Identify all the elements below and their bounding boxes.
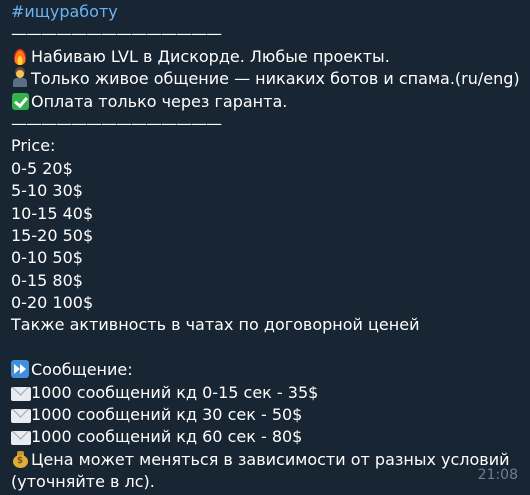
divider-text: —————————————— [11,113,222,133]
envelope-icon [11,429,31,447]
intro-text-2: Только живое общение — никаких ботов и с… [31,69,520,89]
hashtag-link[interactable]: #ищуработу [11,2,118,21]
divider-top: —————————————— [11,23,530,45]
intro-text-1: Набиваю LVL в Дискорде. Любые проекты. [31,46,390,66]
envelope-icon [11,385,31,403]
fast-forward-icon [11,360,29,379]
chat-activity-note: Также активность в чатах по договорной ц… [11,315,420,335]
hashtag-line: #ищуработу [11,1,530,23]
message-offer-text: 1000 сообщений кд 0-15 сек - 35$ [31,382,319,402]
message-offer-text: 1000 сообщений кд 30 сек - 50$ [31,405,303,425]
price-note-text-1: Цена может меняться в зависимости от раз… [31,449,510,469]
message-offer-text: 1000 сообщений кд 60 сек - 80$ [31,427,303,447]
message-offer-2: 1000 сообщений кд 30 сек - 50$ [11,404,530,426]
price-note-line-2: (уточняйте в лс). [11,472,155,492]
message-offer-3: 1000 сообщений кд 60 сек - 80$ [11,426,530,448]
divider-bottom: —————————————— [11,113,530,135]
price-item: 5-10 30$ [11,181,83,201]
price-item: 0-15 80$ [11,270,83,290]
message-offer-1: 1000 сообщений кд 0-15 сек - 35$ [11,382,530,404]
price-item: 0-10 50$ [11,248,83,268]
intro-line-1: Набиваю LVL в Дискорде. Любые проекты. [11,46,530,68]
divider-text: —————————————— [11,24,222,44]
message-bubble: #ищуработу —————————————— Набиваю LVL в … [0,0,530,495]
envelope-icon [11,407,31,425]
intro-text-3: Оплата только через гаранта. [31,91,288,111]
messages-heading: Сообщение: [31,360,133,380]
intro-line-3: Оплата только через гаранта. [11,91,530,113]
check-mark-icon [11,92,29,111]
fire-icon [11,48,29,66]
money-bag-icon [11,450,29,469]
price-item: 0-20 100$ [11,293,94,313]
intro-line-2: Только живое общение — никаких ботов и с… [11,68,530,90]
price-item: 15-20 50$ [11,225,94,245]
price-heading: Price: [11,136,56,156]
price-item: 10-15 40$ [11,203,94,223]
message-timestamp: 21:08 [477,467,518,483]
price-item: 0-5 20$ [11,158,73,178]
messages-heading-line: Сообщение: [11,359,530,381]
price-note-line-1: Цена может меняться в зависимости от раз… [11,449,530,471]
person-icon [11,70,29,88]
